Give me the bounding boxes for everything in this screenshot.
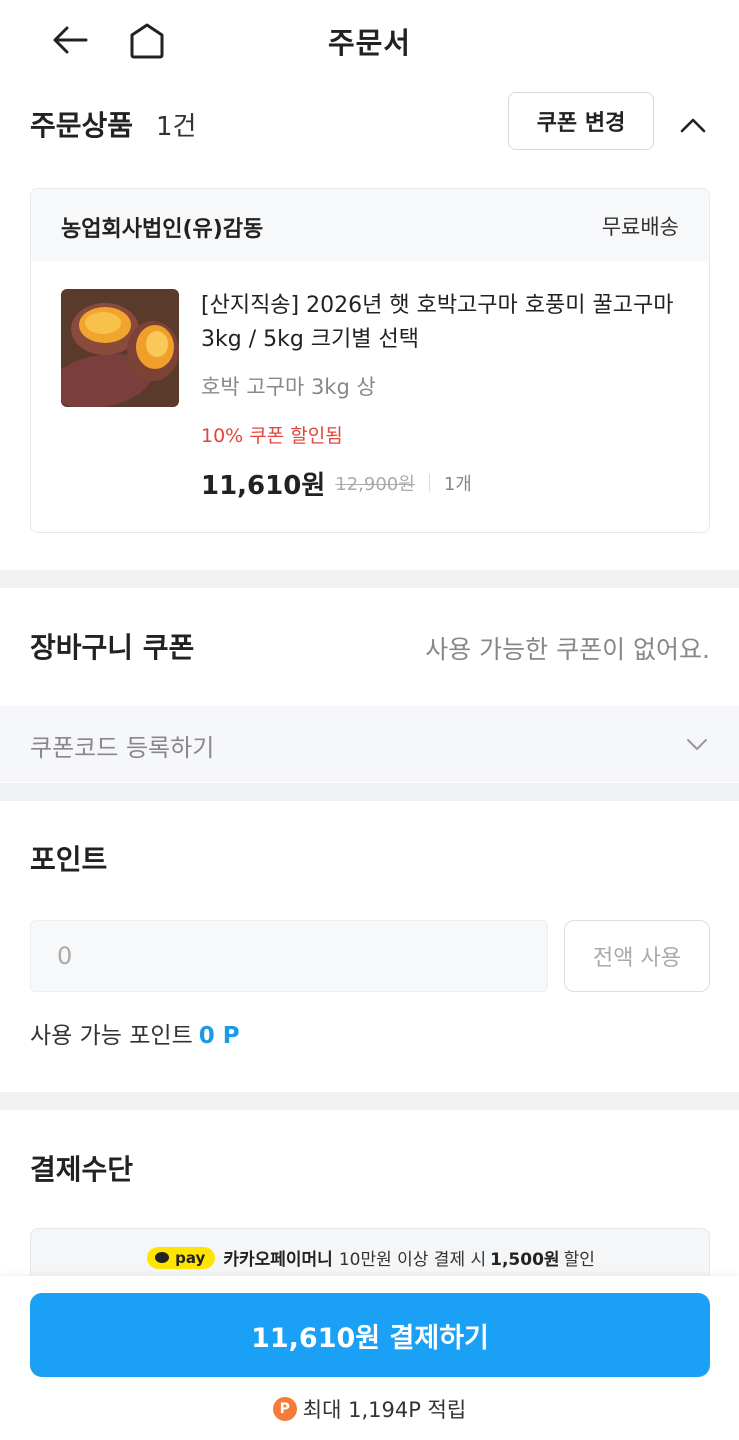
quantity: 1개 [443, 474, 472, 495]
coupon-applied-note: 10% 쿠폰 할인됨 [201, 425, 343, 447]
price-divider [428, 474, 430, 492]
seller-name: 농업회사법인(유)감동 [61, 217, 264, 242]
available-points-value: 0 P [198, 1023, 240, 1049]
point-input[interactable]: 0 [30, 920, 548, 992]
coupon-change-button[interactable]: 쿠폰 변경 [508, 92, 654, 150]
section-divider [0, 1092, 739, 1110]
section-divider [0, 570, 739, 588]
cart-coupon-message: 사용 가능한 쿠폰이 없어요. [425, 635, 710, 664]
shipping-info: 무료배송 [601, 215, 679, 239]
reward-text: 최대 1,194P 적립 [302, 1398, 467, 1422]
chevron-up-icon[interactable] [678, 110, 708, 140]
order-count: 1건 [156, 112, 197, 142]
page-title: 주문서 [327, 26, 412, 60]
seller-bar: 농업회사법인(유)감동 무료배송 [31, 189, 709, 261]
available-points-label: 사용 가능 포인트 [30, 1023, 193, 1049]
section-divider [0, 783, 739, 801]
cart-coupon-row: 장바구니 쿠폰 사용 가능한 쿠폰이 없어요. [30, 624, 710, 672]
order-section-title: 주문상품 [30, 109, 134, 142]
promo-text-1: 10만원 이상 결제 시 [338, 1250, 487, 1270]
payment-section-title: 결제수단 [30, 1153, 134, 1186]
price-row: 11,610원 12,900원 1개 [201, 465, 472, 501]
header: 주문서 [0, 0, 739, 84]
final-price: 11,610원 [201, 470, 326, 501]
promo-text-2: 할인 [563, 1250, 595, 1270]
kakaopay-badge: pay [147, 1246, 216, 1269]
cart-coupon-title: 장바구니 쿠폰 [30, 631, 195, 664]
product-option: 호박 고구마 3kg 상 [201, 375, 376, 399]
coupon-code-label: 쿠폰코드 등록하기 [30, 734, 215, 762]
point-section-title: 포인트 [30, 843, 108, 876]
pay-button[interactable]: 11,610원 결제하기 [30, 1293, 710, 1377]
kakaopay-promo: pay 카카오페이머니 10만원 이상 결제 시 1,500원 할인 [31, 1245, 711, 1270]
reward-info: P 최대 1,194P 적립 [0, 1394, 739, 1424]
product-image[interactable] [61, 289, 179, 407]
promo-brand: 카카오페이머니 [223, 1250, 333, 1270]
order-section-header: 주문상품 1건 쿠폰 변경 [30, 92, 710, 156]
use-all-points-button[interactable]: 전액 사용 [564, 920, 710, 992]
bottom-bar: 11,610원 결제하기 P 최대 1,194P 적립 [0, 1276, 739, 1440]
product-name[interactable]: [산지직송] 2026년 햇 호박고구마 호풍미 꿀고구마 3kg / 5kg … [201, 289, 691, 357]
point-icon: P [272, 1397, 297, 1421]
coupon-code-register[interactable]: 쿠폰코드 등록하기 [0, 706, 739, 782]
available-points: 사용 가능 포인트 0 P [30, 1016, 240, 1050]
promo-amount: 1,500원 [490, 1250, 560, 1270]
original-price: 12,900원 [335, 474, 415, 495]
chevron-down-icon [687, 739, 707, 750]
order-card: 농업회사법인(유)감동 무료배송 [산지직송] 2026년 햇 호박고구마 호풍… [30, 188, 710, 533]
speech-bubble-icon [155, 1252, 170, 1263]
